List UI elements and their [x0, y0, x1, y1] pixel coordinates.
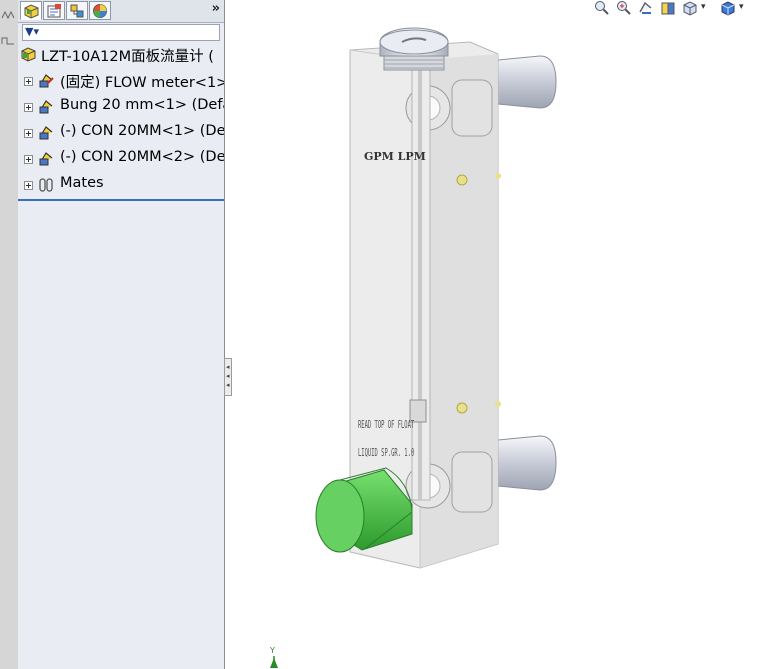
property-icon	[47, 4, 61, 18]
display-style-icon[interactable]	[720, 0, 736, 16]
reference-triad-icon: Y	[269, 646, 278, 668]
tree-item-label: (-) CON 20MM<1> (De	[60, 123, 224, 139]
heads-up-view-toolbar: ▾ ▾	[590, 0, 770, 18]
tree-item-flow-meter[interactable]: (固定) FLOW meter<1>	[18, 68, 224, 94]
previous-view-icon[interactable]	[638, 0, 654, 16]
tree-root[interactable]: LZT-10A12M面板流量计 (	[18, 42, 224, 68]
tree-item-label: (-) CON 20MM<2> (De	[60, 149, 224, 165]
funnel-icon[interactable]: ▼▾	[25, 25, 39, 38]
assembly-icon	[21, 47, 36, 62]
propertymanager-tab[interactable]	[43, 1, 65, 20]
zoom-to-fit-icon[interactable]	[594, 0, 610, 16]
scale-label: GPM LPM	[364, 150, 426, 163]
filter-bar[interactable]: ▼▾	[22, 24, 220, 41]
tree-item-label: (固定) FLOW meter<1>	[60, 75, 224, 91]
tree-item-bung[interactable]: Bung 20 mm<1> (Defa	[18, 94, 224, 120]
feature-manager-panel: » ▼▾ LZT-10A12M面板流量计 ( (固定) FLOW meter<1…	[18, 0, 225, 669]
expand-icon[interactable]	[24, 77, 33, 86]
view-orientation-icon[interactable]	[682, 0, 698, 16]
appearance-icon	[93, 4, 107, 18]
sketch-icon[interactable]	[1, 36, 15, 46]
configuration-icon	[70, 4, 84, 18]
panel-splitter-handle[interactable]: ◂ ◂ ◂	[224, 358, 232, 396]
part-icon	[39, 100, 53, 114]
tree-item-con-2[interactable]: (-) CON 20MM<2> (De	[18, 146, 224, 172]
expand-icon[interactable]	[24, 155, 33, 164]
triad-y-label: Y	[269, 646, 275, 655]
tree-item-mates[interactable]: Mates	[18, 172, 224, 198]
expand-icon[interactable]	[24, 181, 33, 190]
chevron-down-icon[interactable]: ▾	[701, 2, 706, 12]
tree-root-label: LZT-10A12M面板流量计 (	[41, 49, 214, 65]
read-label-2: LIQUID SP.GR. 1.0	[358, 447, 414, 460]
flow-meter-3d-model[interactable]: GPM LPM READ TOP OF FLOAT LIQUID SP.GR. …	[300, 20, 570, 580]
featuremanager-tree-tab[interactable]	[20, 1, 42, 20]
feature-manager-tabbar: »	[18, 0, 224, 23]
mates-icon	[39, 178, 53, 192]
chevron-down-icon[interactable]: ▾	[739, 2, 744, 12]
tree-item-con-1[interactable]: (-) CON 20MM<1> (De	[18, 120, 224, 146]
read-label-1: READ TOP OF FLOAT	[358, 419, 415, 432]
part-tree-icon	[24, 4, 39, 19]
more-tabs-button[interactable]: »	[212, 1, 220, 16]
zoom-to-area-icon[interactable]	[616, 0, 632, 16]
part-icon	[39, 74, 54, 88]
rollback-bar[interactable]	[18, 199, 224, 201]
feature-tree: LZT-10A12M面板流量计 ( (固定) FLOW meter<1> Bun…	[18, 42, 224, 198]
part-icon	[39, 126, 53, 140]
tree-item-label: Mates	[60, 175, 104, 191]
tree-item-label: Bung 20 mm<1> (Defa	[60, 97, 224, 113]
expand-icon[interactable]	[24, 103, 33, 112]
section-view-icon[interactable]	[660, 0, 676, 16]
displaymanager-tab[interactable]	[89, 1, 111, 20]
left-side-strip	[0, 0, 19, 669]
sketch-icon[interactable]	[1, 10, 15, 20]
configurationmanager-tab[interactable]	[66, 1, 88, 20]
expand-icon[interactable]	[24, 129, 33, 138]
part-icon	[39, 152, 53, 166]
